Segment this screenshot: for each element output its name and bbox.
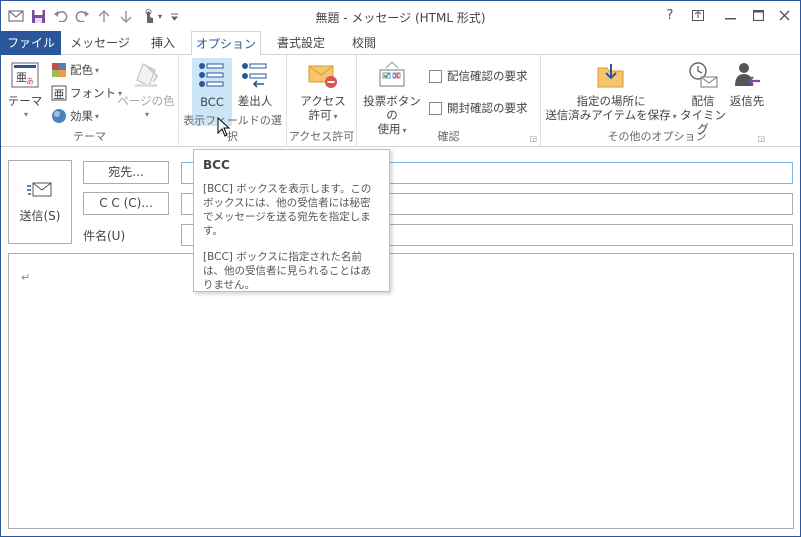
tab-message[interactable]: メッセージ [65, 31, 135, 55]
colors-label: 配色 [70, 63, 93, 77]
tab-review[interactable]: 校閲 [339, 31, 389, 55]
permission-button[interactable]: アクセス 許可 ▾ [297, 58, 349, 124]
group-show-fields-label: 表示フィールドの選択 [183, 114, 282, 143]
tooltip-paragraph-1: [BCC] ボックスを表示します。このボックスには、他の受信者には秘密でメッセー… [203, 183, 372, 237]
group-tracking: 投票ボタンの 使用 ▾ 配信確認の要求 開封確認の要求 確認 ◲ [357, 55, 541, 147]
ribbon-display-options-icon[interactable] [685, 4, 711, 26]
message-window: ▾ 無題 - メッセージ (HTML 形式) ? ファイル メッセージ 挿入 オ… [0, 0, 801, 537]
read-receipt-box[interactable] [429, 101, 442, 115]
permission-label-2: 許可 ▾ [308, 108, 338, 122]
group-show-fields: BCC 差出人 表示フィールドの選択 [179, 55, 287, 147]
themes-label: テーマ [7, 94, 43, 108]
page-color-button[interactable]: ページの色 ▾ [117, 58, 175, 122]
message-body[interactable]: ↵ [8, 253, 794, 529]
delivery-receipt-label: 配信確認の要求 [447, 69, 528, 83]
delay-delivery-icon [686, 58, 720, 92]
page-color-icon [129, 58, 163, 92]
themes-dropdown-icon: ▾ [23, 110, 28, 119]
save-sent-label-2: 送信済みアイテムを保存 ▾ [545, 108, 677, 122]
svg-text:亜: 亜 [54, 88, 65, 101]
effects-button[interactable]: 効果 ▾ [51, 106, 99, 126]
tracking-dialog-launcher-icon[interactable]: ◲ [529, 134, 537, 143]
direct-replies-label: 返信先 [729, 94, 765, 108]
voting-buttons-button[interactable]: 投票ボタンの 使用 ▾ [359, 58, 425, 138]
colors-button[interactable]: 配色 ▾ [51, 60, 99, 80]
minimize-icon[interactable] [717, 4, 743, 26]
effects-icon [52, 109, 66, 123]
group-permission: アクセス 許可 ▾ アクセス許可 [287, 55, 357, 147]
voting-icon [375, 58, 409, 92]
tab-options[interactable]: オプション [191, 31, 261, 56]
tooltip-title: BCC [203, 158, 230, 172]
svg-text:あ: あ [26, 77, 34, 86]
delivery-receipt-checkbox[interactable]: 配信確認の要求 [429, 66, 528, 86]
title-bar: ▾ 無題 - メッセージ (HTML 形式) ? [1, 1, 800, 31]
page-color-label: ページの色 [117, 94, 175, 108]
more-options-dialog-launcher-icon[interactable]: ◲ [757, 134, 765, 143]
read-receipt-checkbox[interactable]: 開封確認の要求 [429, 98, 528, 118]
group-more-options: 指定の場所に 送信済みアイテムを保存 ▾ 配信 タイミング 返信先 その他のオプシ… [541, 55, 773, 147]
permission-label-1: アクセス [300, 94, 346, 108]
bcc-icon [195, 59, 229, 93]
group-tracking-label: 確認 [437, 130, 460, 143]
delay-delivery-button[interactable]: 配信 タイミング [677, 58, 729, 136]
cc-button[interactable]: C C (C)... [83, 192, 169, 215]
fonts-icon: 亜 [51, 85, 67, 101]
group-permission-label: アクセス許可 [288, 130, 355, 143]
effects-label: 効果 [70, 109, 93, 123]
send-envelope-icon [27, 182, 52, 196]
colors-icon [52, 63, 66, 77]
group-themes: 亜あ テーマ ▾ 配色 ▾ 亜 フォント ▾ 効果 ▾ ページの色 ▾ テーマ [1, 55, 179, 147]
direct-replies-icon [730, 58, 764, 92]
paragraph-mark: ↵ [21, 271, 31, 284]
group-themes-label: テーマ [73, 130, 106, 143]
tooltip-paragraph-2: [BCC] ボックスに指定された名前は、他の受信者に見られることはありません。 [203, 251, 371, 291]
to-button[interactable]: 宛先... [83, 161, 169, 184]
themes-button[interactable]: 亜あ テーマ ▾ [5, 58, 45, 122]
compose-area: 送信(S) 宛先... C C (C)... 件名(U) ↵ [1, 148, 800, 536]
fonts-label: フォント [70, 86, 116, 100]
group-more-options-label: その他のオプション [607, 130, 707, 143]
send-label: 送信(S) [19, 208, 61, 223]
from-label: 差出人 [237, 94, 273, 108]
ribbon: 亜あ テーマ ▾ 配色 ▾ 亜 フォント ▾ 効果 ▾ ページの色 ▾ テーマ … [1, 55, 800, 147]
voting-label-1: 投票ボタンの [363, 94, 421, 122]
maximize-icon[interactable] [745, 4, 771, 26]
themes-icon: 亜あ [8, 58, 42, 92]
read-receipt-label: 開封確認の要求 [447, 101, 528, 115]
ribbon-tabs: ファイル メッセージ 挿入 オプション 書式設定 校閲 [1, 31, 800, 56]
bcc-label: BCC [200, 95, 224, 109]
from-button[interactable]: 差出人 [235, 58, 275, 108]
from-icon [238, 58, 272, 92]
close-icon[interactable] [771, 4, 797, 26]
save-sent-label-1: 指定の場所に [576, 94, 646, 108]
subject-label: 件名(U) [83, 229, 126, 243]
direct-replies-button[interactable]: 返信先 [727, 58, 767, 108]
tab-format-text[interactable]: 書式設定 [267, 31, 335, 55]
mouse-cursor-icon [217, 117, 231, 137]
help-button[interactable]: ? [657, 4, 683, 26]
permission-envelope-icon [306, 58, 340, 92]
tab-insert[interactable]: 挿入 [139, 31, 187, 55]
save-sent-item-button[interactable]: 指定の場所に 送信済みアイテムを保存 ▾ [545, 58, 677, 124]
fonts-button[interactable]: 亜 フォント ▾ [51, 83, 122, 103]
save-sent-folder-icon [594, 58, 628, 92]
tab-file[interactable]: ファイル [1, 31, 61, 55]
send-button[interactable]: 送信(S) [8, 160, 72, 244]
delay-label-1: 配信 [691, 94, 715, 108]
bcc-tooltip: BCC [BCC] ボックスを表示します。このボックスには、他の受信者には秘密で… [193, 149, 390, 292]
delivery-receipt-box[interactable] [429, 69, 442, 83]
